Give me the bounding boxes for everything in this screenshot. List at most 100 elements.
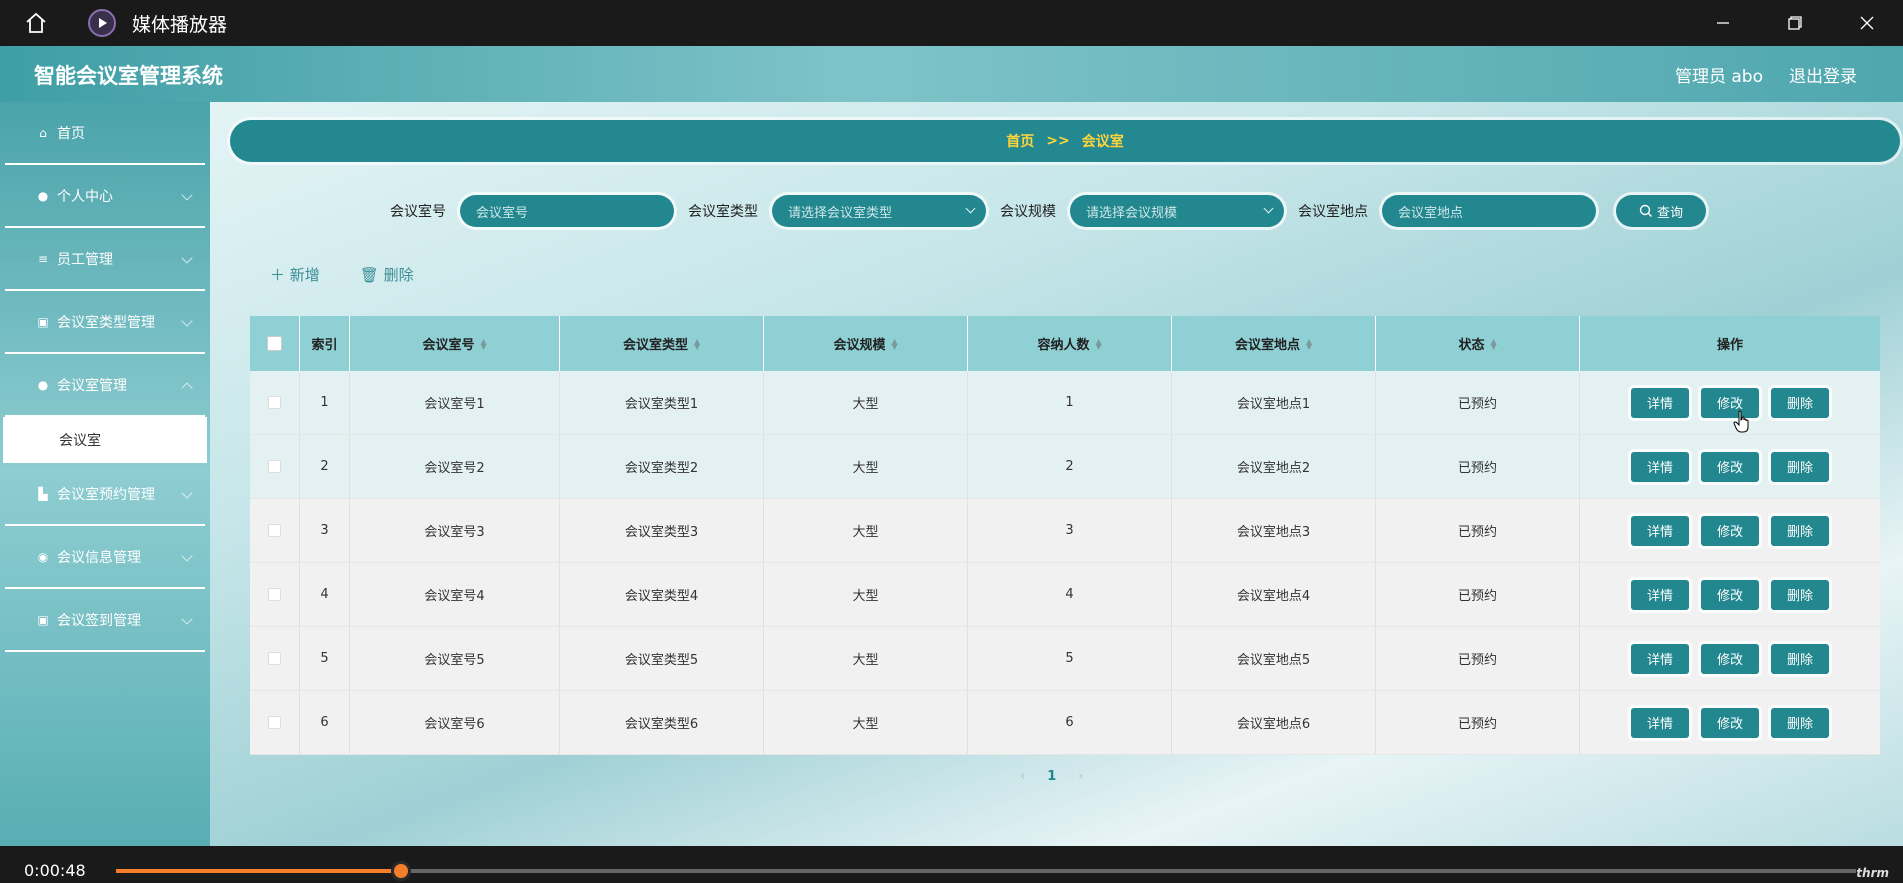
prev-page-button[interactable]: ‹ [1020, 769, 1025, 784]
row-select-cell [250, 691, 300, 754]
sidebar-item-room-type[interactable]: ▣ 会议室类型管理 [5, 291, 205, 354]
header-room[interactable]: 会议室号 ▲ ▼ [350, 316, 560, 371]
cell-type: 会议室类型1 [560, 371, 764, 434]
detail-button[interactable]: 详情 [1631, 643, 1689, 674]
detail-button[interactable]: 详情 [1631, 707, 1689, 738]
delete-label: 删除 [383, 266, 414, 284]
clipboard-icon: ▣ [37, 612, 49, 627]
header-location-label: 会议室地点 [1234, 338, 1300, 353]
header-scale[interactable]: 会议规模 ▲ ▼ [764, 316, 968, 371]
restore-icon[interactable] [1759, 0, 1831, 46]
chevron-down-icon [181, 487, 193, 499]
media-player-icon [88, 9, 116, 37]
trash-icon: 🗑 [359, 266, 379, 284]
header-type[interactable]: 会议室类型 ▲ ▼ [560, 316, 764, 371]
detail-button[interactable]: 详情 [1631, 579, 1689, 610]
logout-link[interactable]: 退出登录 [1789, 62, 1857, 87]
edit-button[interactable]: 修改 [1701, 515, 1759, 546]
location-label: 会议室地点 [1298, 204, 1368, 220]
chevron-down-icon [181, 252, 193, 264]
row-checkbox[interactable] [268, 524, 281, 537]
chevron-down-icon [181, 315, 193, 327]
pin-icon: ◉ [37, 549, 49, 564]
sidebar-subitem-room[interactable]: 会议室 [3, 417, 207, 463]
delete-button[interactable]: 删除 [1771, 387, 1829, 418]
row-checkbox[interactable] [268, 396, 281, 409]
header-location[interactable]: 会议室地点 ▲ ▼ [1172, 316, 1376, 371]
location-input[interactable]: 会议室地点 [1382, 195, 1596, 227]
minimize-icon[interactable] [1687, 0, 1759, 46]
cell-location: 会议室地点3 [1172, 499, 1376, 562]
next-page-button[interactable]: › [1078, 769, 1083, 784]
home-icon[interactable] [0, 0, 72, 46]
cell-status: 已预约 [1376, 371, 1580, 434]
sidebar-item-profile[interactable]: ● 个人中心 [5, 165, 205, 228]
header-scale-label: 会议规模 [833, 338, 886, 353]
cell-scale: 大型 [764, 563, 968, 626]
select-all-cell [250, 316, 300, 371]
breadcrumb-separator: >> [1046, 133, 1070, 149]
chevron-down-icon [1263, 203, 1274, 214]
delete-button[interactable]: 删除 [1771, 643, 1829, 674]
cell-room: 会议室号1 [350, 371, 560, 434]
sidebar-item-staff[interactable]: ≡ 员工管理 [5, 228, 205, 291]
delete-button[interactable]: 删除 [1771, 579, 1829, 610]
edit-button[interactable]: 修改 [1701, 579, 1759, 610]
sort-icon: ▲ ▼ [891, 336, 898, 351]
sidebar-item-reservation[interactable]: ▙ 会议室预约管理 [5, 463, 205, 526]
add-button[interactable]: ＋ 新增 [270, 264, 320, 285]
header-index: 索引 [300, 316, 350, 371]
detail-button[interactable]: 详情 [1631, 387, 1689, 418]
room-no-input[interactable]: 会议室号 [460, 195, 674, 227]
hand-cursor-icon [1733, 410, 1749, 433]
window-title: 媒体播放器 [132, 13, 228, 36]
edit-button[interactable]: 修改 [1701, 643, 1759, 674]
progress-track[interactable] [116, 861, 1856, 881]
cell-ops: 详情 修改 删除 [1580, 691, 1880, 754]
sidebar-item-checkin[interactable]: ▣ 会议签到管理 [5, 589, 205, 652]
room-type-select[interactable]: 请选择会议室类型 [772, 195, 986, 227]
breadcrumb-home[interactable]: 首页 [1006, 131, 1034, 151]
delete-button[interactable]: 删除 [1771, 451, 1829, 482]
cell-capacity: 5 [968, 627, 1172, 690]
table-row: 4 会议室号4 会议室类型4 大型 4 会议室地点4 已预约 详情 修改 删除 [250, 563, 1880, 627]
table-row: 6 会议室号6 会议室类型6 大型 6 会议室地点6 已预约 详情 修改 删除 [250, 691, 1880, 755]
cell-scale: 大型 [764, 627, 968, 690]
cell-status: 已预约 [1376, 499, 1580, 562]
plus-icon: ＋ [270, 266, 286, 284]
scale-select[interactable]: 请选择会议规模 [1070, 195, 1284, 227]
sidebar-item-home[interactable]: ⌂ 首页 [5, 102, 205, 165]
select-all-checkbox[interactable] [267, 336, 282, 351]
delete-button[interactable]: 删除 [1771, 515, 1829, 546]
row-checkbox[interactable] [268, 716, 281, 729]
row-checkbox[interactable] [268, 652, 281, 665]
chevron-down-icon [181, 613, 193, 625]
cell-capacity: 4 [968, 563, 1172, 626]
scale-label: 会议规模 [1000, 204, 1056, 220]
sidebar-item-label: 员工管理 [57, 251, 113, 268]
sidebar-item-room[interactable]: ● 会议室管理 [5, 354, 205, 417]
bulk-delete-button[interactable]: 🗑 删除 [360, 264, 414, 285]
cell-location: 会议室地点6 [1172, 691, 1376, 754]
query-button[interactable]: 查询 [1616, 195, 1706, 227]
clipboard-icon: ▣ [37, 314, 49, 329]
delete-button[interactable]: 删除 [1771, 707, 1829, 738]
pagination: ‹ 1 › [1020, 769, 1083, 784]
row-checkbox[interactable] [268, 460, 281, 473]
detail-button[interactable]: 详情 [1631, 451, 1689, 482]
cell-location: 会议室地点1 [1172, 371, 1376, 434]
detail-button[interactable]: 详情 [1631, 515, 1689, 546]
sidebar-item-label: 首页 [57, 125, 85, 142]
edit-button[interactable]: 修改 [1701, 451, 1759, 482]
edit-button[interactable]: 修改 [1701, 707, 1759, 738]
header-status[interactable]: 状态 ▲ ▼ [1376, 316, 1580, 371]
table-header: 索引 会议室号 ▲ ▼ 会议室类型 ▲ ▼ 会议规模 ▲ ▼ 容纳人数 ▲ ▼ 会议室地点 ▲ ▼ … [250, 316, 1880, 371]
chevron-up-icon [181, 382, 193, 394]
page-1-button[interactable]: 1 [1047, 769, 1056, 784]
sidebar-item-meeting-info[interactable]: ◉ 会议信息管理 [5, 526, 205, 589]
header-capacity[interactable]: 容纳人数 ▲ ▼ [968, 316, 1172, 371]
close-icon[interactable] [1831, 0, 1903, 46]
room-type-placeholder: 请选择会议室类型 [788, 205, 893, 221]
scale-placeholder: 请选择会议规模 [1086, 205, 1178, 221]
row-checkbox[interactable] [268, 588, 281, 601]
